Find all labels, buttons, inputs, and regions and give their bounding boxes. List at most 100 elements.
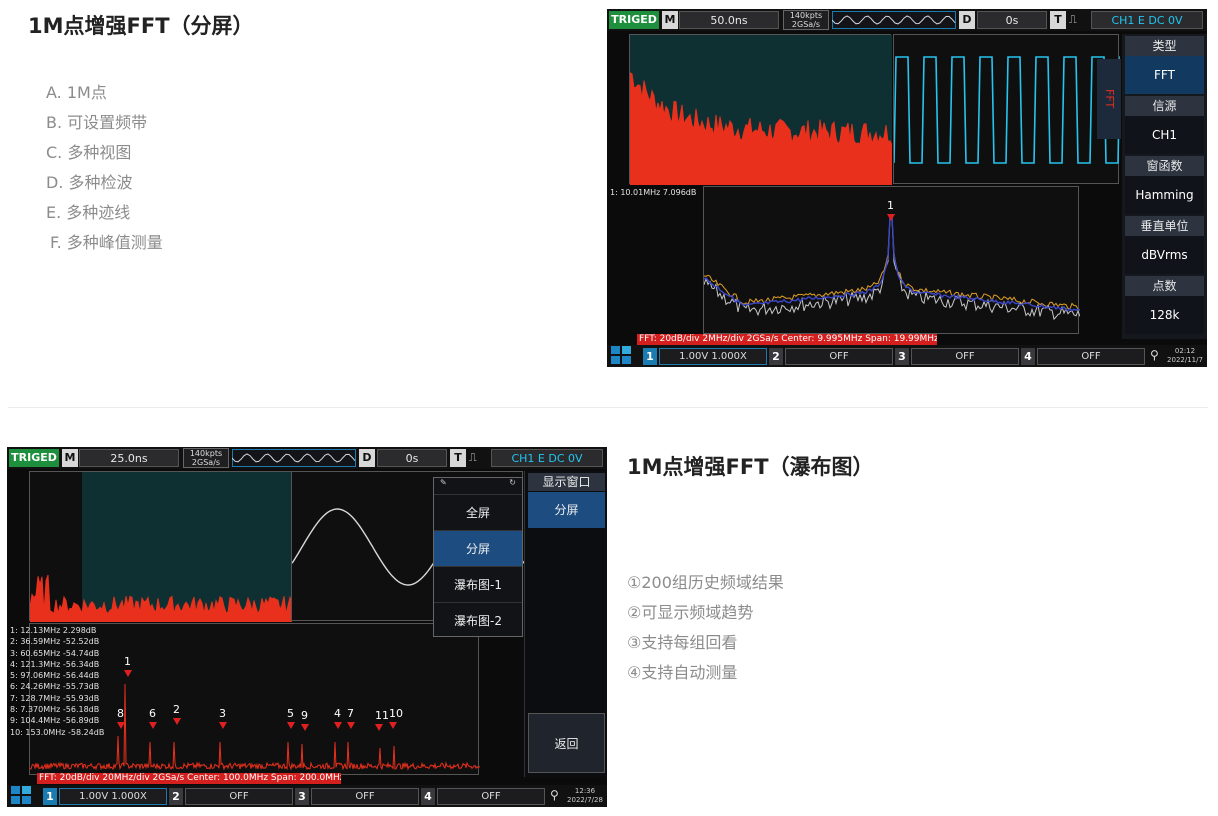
peak-label: 4 bbox=[334, 707, 341, 720]
pin-icon[interactable]: ✎ bbox=[440, 478, 447, 487]
menu-vertical-unit-value: dBVrms bbox=[1125, 236, 1204, 274]
menu-points-value: 128k bbox=[1125, 296, 1204, 334]
peak-arrow bbox=[149, 722, 157, 729]
popup-item-fullscreen[interactable]: 全屏 bbox=[434, 494, 522, 530]
display-window-label: 显示窗口 bbox=[528, 473, 605, 491]
mode-key[interactable]: M bbox=[662, 11, 678, 29]
ch2-key[interactable]: 2 bbox=[769, 348, 783, 365]
section2-feature-list: ①200组历史频域结果 ②可显示频域趋势 ③支持每组回看 ④支持自动测量 bbox=[627, 568, 784, 688]
square-wave-trace bbox=[894, 56, 1120, 164]
usb-icon: ⚲ bbox=[550, 788, 559, 802]
ch1-key[interactable]: 1 bbox=[43, 788, 57, 805]
ch3-scale[interactable]: OFF bbox=[311, 788, 419, 805]
scope-screenshot-split: TRIGED M 50.0ns 140kpts 2GSa/s D 0s T ⎍ … bbox=[607, 9, 1207, 367]
ch3-key[interactable]: 3 bbox=[895, 348, 909, 365]
fft-side-tag: FFT bbox=[1097, 59, 1121, 139]
popup-item-waterfall-1[interactable]: 瀑布图-1 bbox=[434, 566, 522, 602]
display-window-value[interactable]: 分屏 bbox=[528, 492, 605, 528]
trigger-key[interactable]: T bbox=[1050, 11, 1066, 29]
timebase-readout[interactable]: 50.0ns bbox=[679, 11, 779, 29]
peak-arrow bbox=[375, 724, 383, 731]
trigger-edge-icon: ⎍ bbox=[1069, 13, 1077, 26]
back-button[interactable]: 返回 bbox=[528, 713, 605, 773]
feature-item: C. 多种视图 bbox=[46, 143, 132, 162]
menu-window[interactable]: 窗函数 Hamming bbox=[1125, 156, 1204, 214]
ch4-scale[interactable]: OFF bbox=[437, 788, 545, 805]
popup-item-waterfall-2[interactable]: 瀑布图-2 bbox=[434, 602, 522, 638]
trig-status: TRIGED bbox=[9, 449, 59, 467]
feature-item: ④支持自动测量 bbox=[627, 663, 738, 682]
ch1-key[interactable]: 1 bbox=[643, 348, 657, 365]
scope-bottombar: 1 1.00V 1.000X 2 OFF 3 OFF 4 OFF ⚲ 02:12… bbox=[607, 345, 1207, 367]
timebase-readout[interactable]: 25.0ns bbox=[79, 449, 179, 467]
peak-readout: 9: 104.4MHz -56.89dB bbox=[10, 716, 100, 726]
delay-key[interactable]: D bbox=[359, 449, 375, 467]
menu-points[interactable]: 点数 128k bbox=[1125, 276, 1204, 334]
fft-status-line: FFT: 20dB/div 20MHz/div 2GSa/s Center: 1… bbox=[37, 773, 341, 784]
menu-vertical-unit[interactable]: 垂直单位 dBVrms bbox=[1125, 216, 1204, 274]
popup-item-split[interactable]: 分屏 bbox=[434, 530, 522, 566]
ch1-scale[interactable]: 1.00V 1.000X bbox=[659, 348, 767, 365]
delay-readout[interactable]: 0s bbox=[977, 11, 1047, 29]
clock: 02:12 2022/11/7 bbox=[1166, 347, 1204, 366]
scope-screenshot-waterfall: TRIGED M 25.0ns 140kpts 2GSa/s D 0s T ⎍ … bbox=[7, 447, 607, 807]
fft-marker-arrow bbox=[887, 214, 895, 221]
ch3-key[interactable]: 3 bbox=[295, 788, 309, 805]
page: 1M点增强FFT（分屏） A. 1M点 B. 可设置频带 C. 多种视图 D. … bbox=[0, 0, 1218, 816]
refresh-icon[interactable]: ↻ bbox=[509, 478, 516, 487]
menu-type[interactable]: 类型 FFT bbox=[1125, 36, 1204, 94]
peak-arrow bbox=[389, 722, 397, 729]
trigger-info[interactable]: CH1 E DC 0V bbox=[1091, 11, 1203, 29]
home-grid-icon[interactable] bbox=[611, 346, 633, 366]
feature-item: ③支持每组回看 bbox=[627, 633, 738, 652]
ch4-key[interactable]: 4 bbox=[421, 788, 435, 805]
fft-settings-menu: 类型 FFT 信源 CH1 窗函数 Hamming 垂直单位 dBVrms 点数… bbox=[1122, 34, 1207, 339]
ch4-key[interactable]: 4 bbox=[1021, 348, 1035, 365]
peak-label: 9 bbox=[301, 709, 308, 722]
feature-item: A. 1M点 bbox=[46, 83, 107, 102]
feature-item: F. 多种峰值测量 bbox=[50, 233, 163, 252]
peak-label: 5 bbox=[287, 707, 294, 720]
ch1-scale[interactable]: 1.00V 1.000X bbox=[59, 788, 167, 805]
waveform-overview bbox=[232, 449, 356, 467]
ch2-scale[interactable]: OFF bbox=[785, 348, 893, 365]
time-domain-trace bbox=[30, 472, 292, 622]
peak-label: 8 bbox=[117, 707, 124, 720]
peak-readout: 7: 128.7MHz -55.93dB bbox=[10, 693, 100, 703]
clock-time: 12:36 bbox=[574, 787, 596, 795]
peak-arrow bbox=[301, 724, 309, 731]
ch4-scale[interactable]: OFF bbox=[1037, 348, 1145, 365]
sample-rate: 2GSa/s bbox=[191, 458, 221, 467]
section2-title: 1M点增强FFT（瀑布图） bbox=[627, 455, 874, 479]
home-grid-icon[interactable] bbox=[11, 786, 33, 806]
scope-topbar: TRIGED M 50.0ns 140kpts 2GSa/s D 0s T ⎍ … bbox=[607, 9, 1207, 31]
menu-window-label: 窗函数 bbox=[1125, 156, 1204, 176]
ch2-key[interactable]: 2 bbox=[169, 788, 183, 805]
trigger-key[interactable]: T bbox=[450, 449, 466, 467]
peak-readout: 2: 36.59MHz -52.52dB bbox=[10, 637, 100, 647]
clock-date: 2022/11/7 bbox=[1167, 356, 1203, 364]
menu-vertical-unit-label: 垂直单位 bbox=[1125, 216, 1204, 236]
mode-key[interactable]: M bbox=[62, 449, 78, 467]
time-domain-grid bbox=[629, 34, 892, 185]
ch3-scale[interactable]: OFF bbox=[911, 348, 1019, 365]
delay-readout[interactable]: 0s bbox=[377, 449, 447, 467]
trigger-info[interactable]: CH1 E DC 0V bbox=[491, 449, 603, 467]
peak-label: 6 bbox=[149, 707, 156, 720]
acquisition-info: 140kpts 2GSa/s bbox=[783, 10, 829, 30]
menu-type-value: FFT bbox=[1125, 56, 1204, 94]
fft-spectrum-grid: 1 bbox=[703, 186, 1080, 334]
menu-type-label: 类型 bbox=[1125, 36, 1204, 56]
fft-marker-readout: 1: 10.01MHz 7.096dB bbox=[610, 188, 697, 197]
scope-bottombar: 1 1.00V 1.000X 2 OFF 3 OFF 4 OFF ⚲ 12:36… bbox=[7, 785, 607, 807]
waveform-overview bbox=[832, 11, 956, 29]
section1-feature-list: A. 1M点 B. 可设置频带 C. 多种视图 D. 多种检波 E. 多种迹线 … bbox=[46, 78, 163, 258]
feature-item: E. 多种迹线 bbox=[46, 203, 131, 222]
peak-readout: 10: 153.0MHz -58.24dB bbox=[10, 727, 105, 737]
peak-readout: 3: 60.65MHz -54.74dB bbox=[10, 648, 100, 658]
delay-key[interactable]: D bbox=[959, 11, 975, 29]
trigger-edge-icon: ⎍ bbox=[469, 451, 477, 464]
ch2-scale[interactable]: OFF bbox=[185, 788, 293, 805]
sample-rate: 2GSa/s bbox=[791, 20, 821, 29]
menu-source[interactable]: 信源 CH1 bbox=[1125, 96, 1204, 154]
